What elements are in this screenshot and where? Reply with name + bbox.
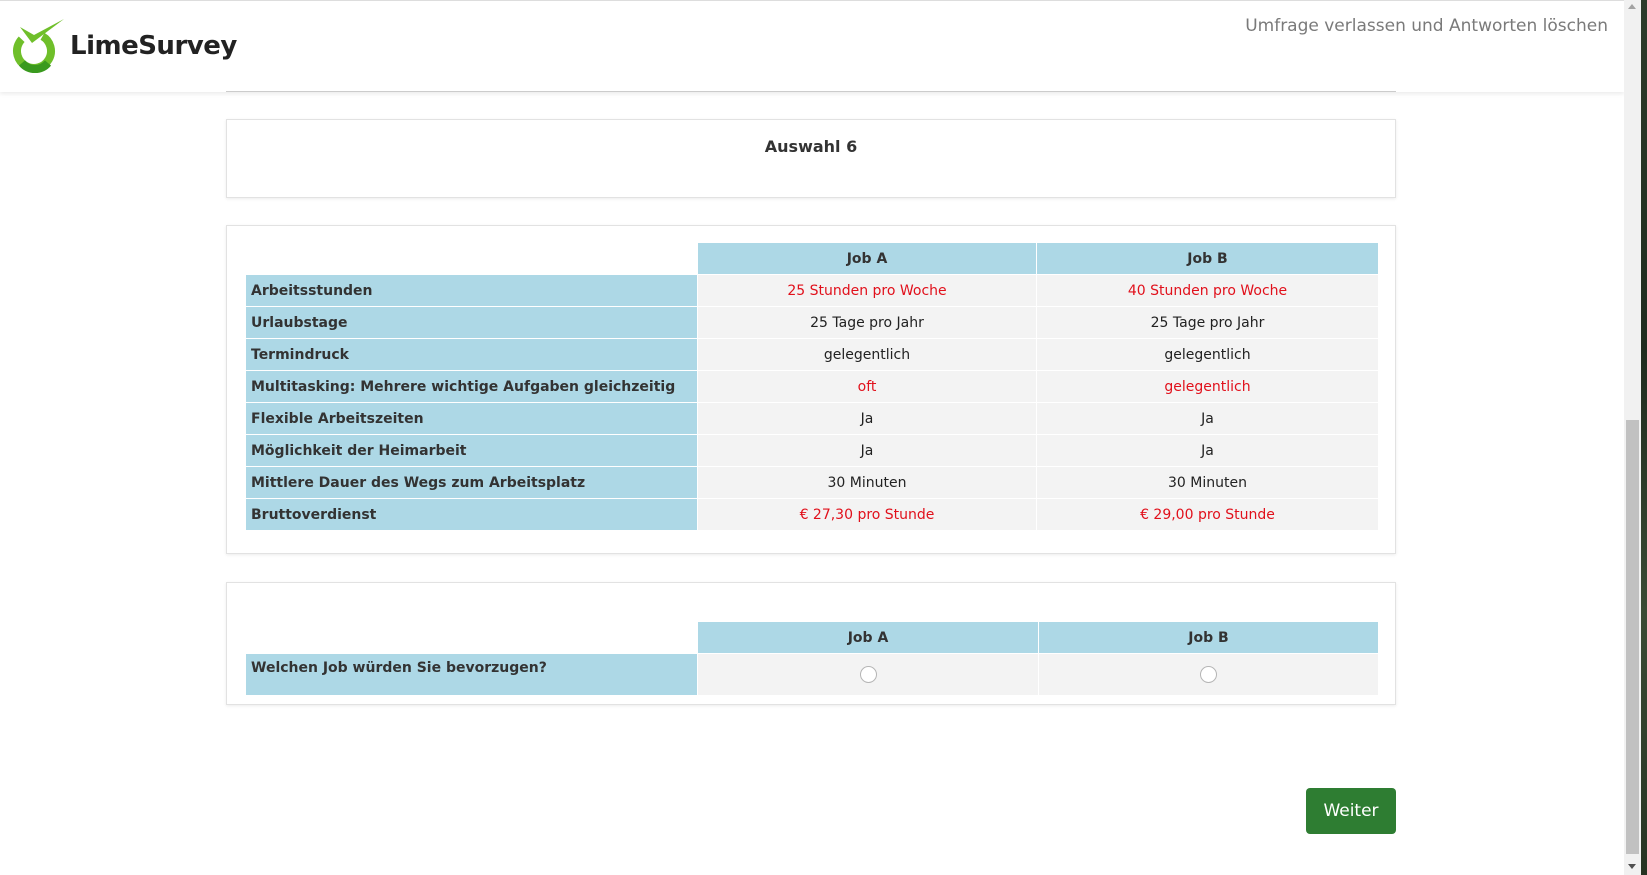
table-row: Mittlere Dauer des Wegs zum Arbeitsplatz… <box>245 466 1379 499</box>
column-header-job-b: Job B <box>1036 242 1379 275</box>
table-row: Arbeitsstunden 25 Stunden pro Woche 40 Stu… <box>245 274 1379 307</box>
radio-job-a[interactable] <box>859 666 877 683</box>
scroll-up-icon[interactable] <box>1628 4 1636 9</box>
question-table: Job A Job B Welchen Job würden Sie bevor… <box>245 621 1379 696</box>
limesurvey-logo-icon <box>13 19 64 73</box>
scroll-down-icon[interactable] <box>1628 864 1636 869</box>
value-cell-job-b: 40 Stunden pro Woche <box>1036 274 1379 307</box>
row-label: Flexible Arbeitszeiten <box>245 402 698 435</box>
value-cell-job-a: 30 Minuten <box>697 466 1037 499</box>
row-label: Mittlere Dauer des Wegs zum Arbeitsplatz <box>245 466 698 499</box>
row-label: Möglichkeit der Heimarbeit <box>245 434 698 467</box>
section-title: Auswahl 6 <box>764 137 858 156</box>
top-navbar: LimeSurvey Umfrage verlassen und Antwort… <box>0 0 1624 92</box>
table-row: Termindruck gelegentlich gelegentlich <box>245 338 1379 371</box>
value-cell-job-b: 30 Minuten <box>1036 466 1379 499</box>
table-corner <box>245 242 698 275</box>
value-cell-job-a: € 27,30 pro Stunde <box>697 498 1037 531</box>
value-cell-job-b: gelegentlich <box>1036 338 1379 371</box>
exit-survey-link[interactable]: Umfrage verlassen und Antworten löschen <box>1245 16 1608 36</box>
value-cell-job-a: Ja <box>697 434 1037 467</box>
value-cell-job-a: Ja <box>697 402 1037 435</box>
vertical-scrollbar[interactable] <box>1624 0 1641 875</box>
row-label: Bruttoverdienst <box>245 498 698 531</box>
comparison-panel: Job A Job B Arbeitsstunden 25 Stunden pro… <box>226 225 1396 554</box>
table-row: Bruttoverdienst € 27,30 pro Stunde € 29,00… <box>245 498 1379 531</box>
table-corner <box>245 621 698 654</box>
question-row: Welchen Job würden Sie bevorzugen? <box>245 653 1379 696</box>
question-label: Welchen Job würden Sie bevorzugen? <box>245 653 698 696</box>
brand-name: LimeSurvey <box>70 31 237 61</box>
brand-logo[interactable]: LimeSurvey <box>12 17 237 75</box>
next-button[interactable]: Weiter <box>1306 788 1396 834</box>
answer-header-job-a: Job A <box>697 621 1039 654</box>
value-cell-job-b: Ja <box>1036 402 1379 435</box>
section-title-panel: Auswahl 6 <box>226 119 1396 198</box>
answer-cell-job-b[interactable] <box>1038 653 1379 696</box>
value-cell-job-b: gelegentlich <box>1036 370 1379 403</box>
column-header-job-a: Job A <box>697 242 1037 275</box>
table-row: Multitasking: Mehrere wichtige Aufgaben … <box>245 370 1379 403</box>
comparison-table: Job A Job B Arbeitsstunden 25 Stunden pro… <box>245 242 1379 531</box>
table-row: Urlaubstage 25 Tage pro Jahr 25 Tage pro J… <box>245 306 1379 339</box>
row-label: Arbeitsstunden <box>245 274 698 307</box>
value-cell-job-a: 25 Tage pro Jahr <box>697 306 1037 339</box>
row-label: Termindruck <box>245 338 698 371</box>
answer-header-job-b: Job B <box>1038 621 1379 654</box>
radio-job-b[interactable] <box>1200 666 1217 683</box>
value-cell-job-b: Ja <box>1036 434 1379 467</box>
row-label: Multitasking: Mehrere wichtige Aufgaben … <box>245 370 698 403</box>
window-edge <box>1641 0 1647 875</box>
value-cell-job-a: oft <box>697 370 1037 403</box>
row-label: Urlaubstage <box>245 306 698 339</box>
value-cell-job-a: gelegentlich <box>697 338 1037 371</box>
table-row: Flexible Arbeitszeiten Ja Ja <box>245 402 1379 435</box>
divider <box>226 91 1396 92</box>
value-cell-job-a: 25 Stunden pro Woche <box>697 274 1037 307</box>
value-cell-job-b: 25 Tage pro Jahr <box>1036 306 1379 339</box>
table-row: Möglichkeit der Heimarbeit Ja Ja <box>245 434 1379 467</box>
scrollbar-thumb[interactable] <box>1626 420 1639 854</box>
answer-cell-job-a[interactable] <box>697 653 1039 696</box>
question-panel: Job A Job B Welchen Job würden Sie bevor… <box>226 582 1396 705</box>
value-cell-job-b: € 29,00 pro Stunde <box>1036 498 1379 531</box>
